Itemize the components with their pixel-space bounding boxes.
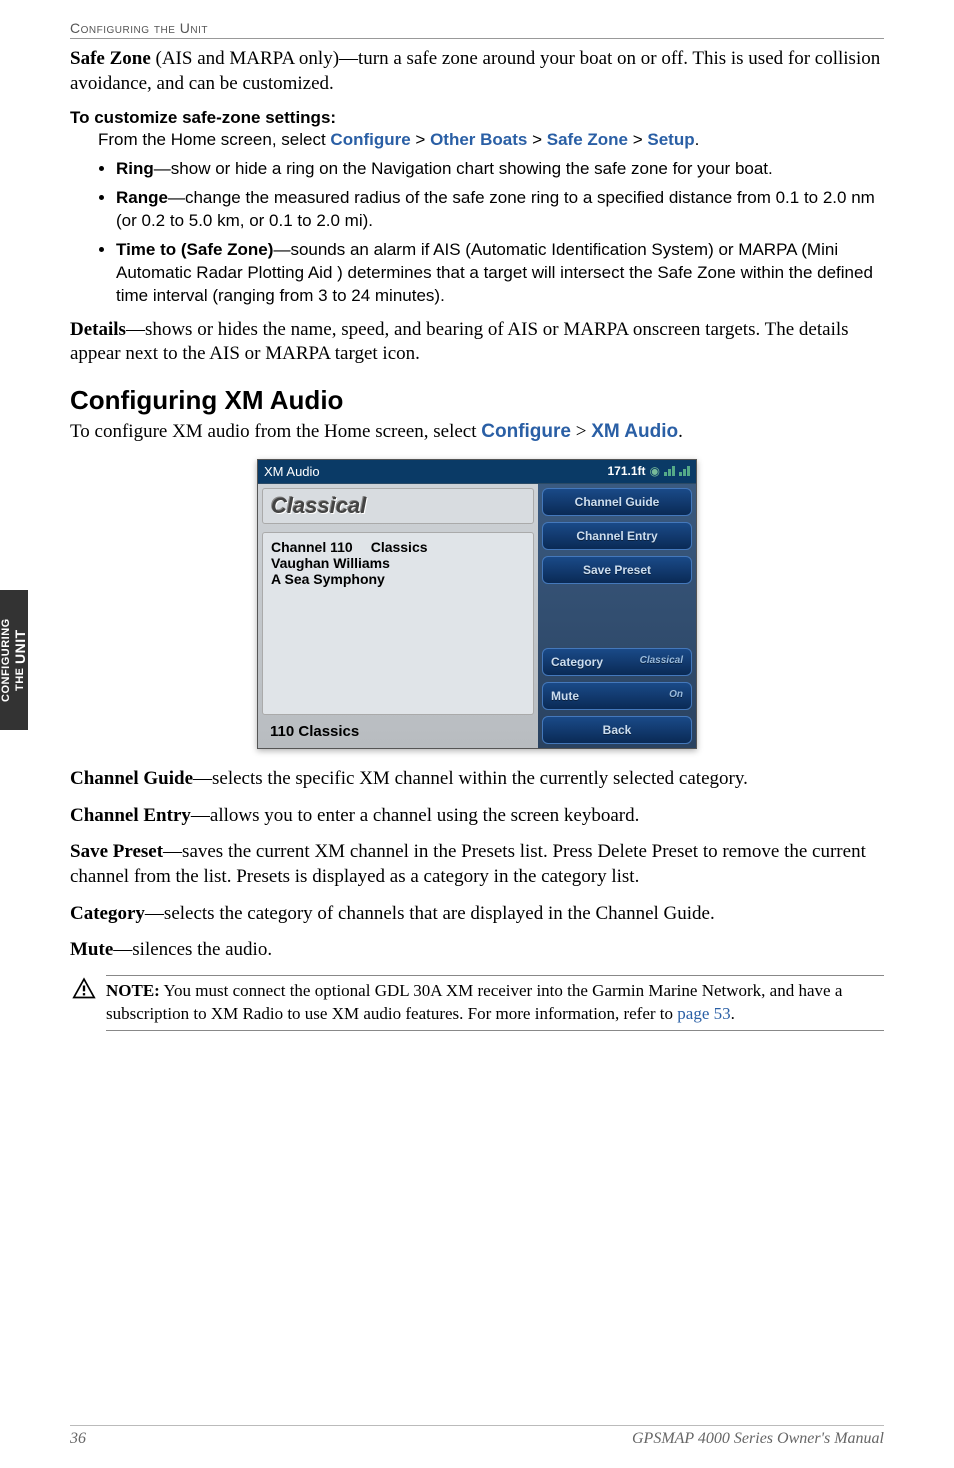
ss-category-banner: Classical [262, 488, 534, 524]
page-number: 36 [70, 1430, 86, 1448]
path-safe-zone: Safe Zone [547, 130, 628, 149]
safezone-paragraph: Safe Zone (AIS and MARPA only)—turn a sa… [70, 47, 884, 96]
details-name: Details [70, 319, 126, 340]
category-button[interactable]: CategoryClassical [542, 648, 692, 676]
warning-icon [70, 975, 98, 1003]
xm-heading: Configuring XM Audio [70, 385, 884, 416]
safezone-title-rest: (AIS and MARPA only)—turn a safe zone ar… [70, 48, 880, 94]
channel-entry-desc: Channel Entry—allows you to enter a chan… [70, 804, 884, 829]
sidebar-line1: Configuring [0, 618, 12, 702]
ss-header-right: 171.1ft ◉ [607, 464, 690, 478]
details-desc: —shows or hides the name, speed, and bea… [70, 319, 849, 365]
back-button[interactable]: Back [542, 716, 692, 744]
xm-screenshot: XM Audio 171.1ft ◉ Classical Channel 110… [257, 459, 697, 749]
sidebar-line3: Unit [12, 629, 28, 664]
category-desc: Category—selects the category of channel… [70, 902, 884, 927]
signal-icon [664, 466, 675, 476]
bullet-ring: Ring—show or hide a ring on the Navigati… [116, 158, 884, 181]
page: Configuring the Unit Configuring the Uni… [0, 0, 954, 1468]
sidebar-tab: Configuring the Unit [0, 590, 28, 730]
ss-body: Classical Channel 110 Classics Vaughan Wi… [258, 484, 696, 748]
customize-heading: To customize safe-zone settings: [70, 108, 884, 128]
path-setup: Setup [647, 130, 694, 149]
ss-titlebar: XM Audio 171.1ft ◉ [258, 460, 696, 484]
ss-bottom-label: 110 Classics [262, 719, 534, 744]
channel-entry-button[interactable]: Channel Entry [542, 522, 692, 550]
bullet-range: Range—change the measured radius of the … [116, 187, 884, 233]
header-divider [70, 38, 884, 39]
page-footer: 36 GPSMAP 4000 Series Owner's Manual [70, 1425, 884, 1448]
signal-icon-2 [679, 466, 690, 476]
ss-title: XM Audio [264, 464, 320, 479]
ss-now-playing: Channel 110 Classics Vaughan Williams A S… [262, 532, 534, 715]
bullet-time: Time to (Safe Zone)—sounds an alarm if A… [116, 239, 884, 308]
note-link[interactable]: page 53 [677, 1004, 730, 1023]
page-header-section: Configuring the Unit [70, 20, 884, 36]
mute-button[interactable]: MuteOn [542, 682, 692, 710]
ss-channel: Channel 110 [271, 539, 353, 555]
path-intro: From the Home screen, select [98, 130, 330, 149]
save-preset-desc: Save Preset—saves the current XM channel… [70, 840, 884, 889]
manual-title: GPSMAP 4000 Series Owner's Manual [632, 1430, 884, 1448]
channel-guide-button[interactable]: Channel Guide [542, 488, 692, 516]
ss-artist: Vaughan Williams [271, 555, 525, 571]
save-preset-button[interactable]: Save Preset [542, 556, 692, 584]
path-configure: Configure [330, 130, 410, 149]
ss-channel-cat: Classics [371, 539, 428, 555]
customize-path: From the Home screen, select Configure >… [98, 128, 884, 152]
ss-track: A Sea Symphony [271, 571, 525, 587]
xm-path-configure: Configure [481, 421, 571, 442]
safezone-bullets: Ring—show or hide a ring on the Navigati… [116, 158, 884, 308]
path-other-boats: Other Boats [430, 130, 527, 149]
note-row: NOTE: You must connect the optional GDL … [70, 975, 884, 1031]
xm-path-audio: XM Audio [591, 421, 678, 442]
ss-right-pane: Channel Guide Channel Entry Save Preset … [538, 484, 696, 748]
satellite-icon: ◉ [650, 464, 660, 478]
details-paragraph: Details—shows or hides the name, speed, … [70, 318, 884, 367]
safezone-title: Safe Zone [70, 48, 151, 69]
sidebar-line2: the [14, 667, 26, 691]
note-text: NOTE: You must connect the optional GDL … [106, 975, 884, 1031]
ss-measure: 171.1ft [607, 464, 645, 478]
xm-intro: To configure XM audio from the Home scre… [70, 420, 884, 445]
channel-guide-desc: Channel Guide—selects the specific XM ch… [70, 767, 884, 792]
ss-left-pane: Classical Channel 110 Classics Vaughan Wi… [258, 484, 538, 748]
ss-spacer [542, 590, 692, 642]
mute-desc: Mute—silences the audio. [70, 938, 884, 963]
